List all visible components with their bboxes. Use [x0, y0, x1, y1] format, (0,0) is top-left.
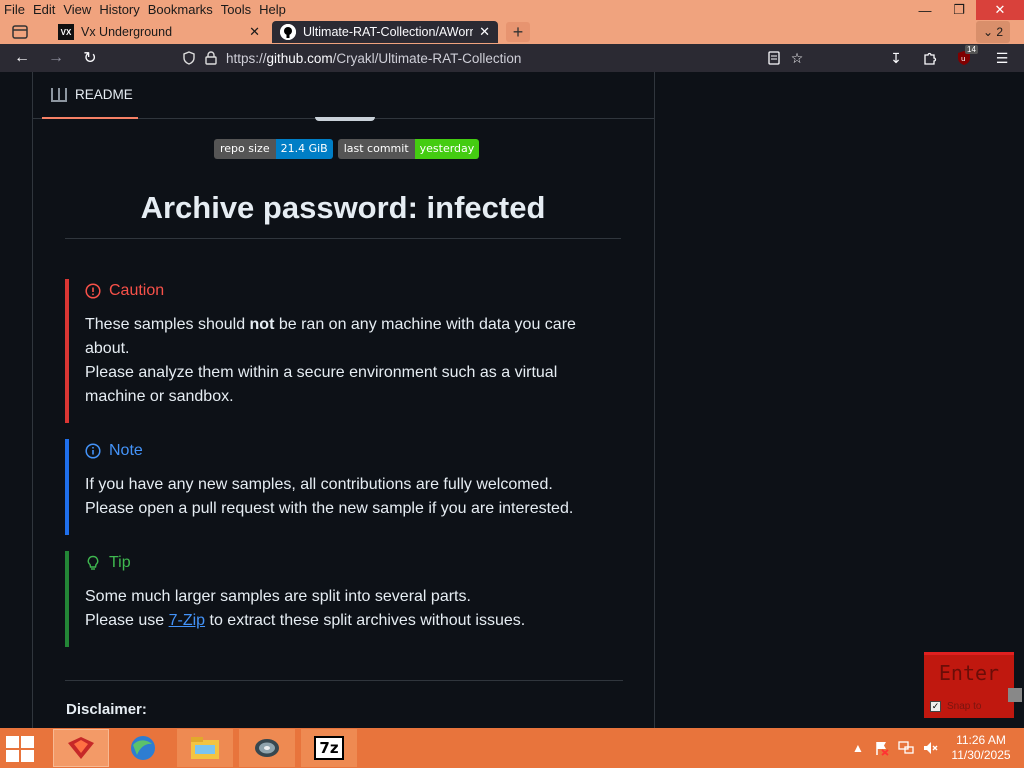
archive-password-heading: Archive password: infected [140, 190, 546, 225]
disclaimer-divider [65, 680, 623, 681]
clock-date: 11/30/2025 [951, 748, 1011, 762]
close-tab-icon[interactable]: ✕ [479, 24, 490, 40]
caution-line-2: Please analyze them within a secure envi… [85, 364, 558, 405]
lock-icon[interactable] [202, 49, 220, 67]
bookmark-star-icon[interactable]: ☆ [785, 48, 809, 68]
forward-arrow-icon[interactable]: → [44, 48, 68, 68]
caution-alert: Caution These samples should not be ran … [65, 279, 605, 423]
light-bulb-icon [87, 555, 99, 570]
readme-header: README [33, 72, 655, 121]
restore-button[interactable]: ❐ [942, 0, 976, 20]
back-arrow-icon[interactable]: ← [10, 48, 34, 68]
menu-help[interactable]: Help [255, 0, 290, 20]
windows-start-icon[interactable] [6, 734, 38, 762]
tab-vx-underground[interactable]: VX Vx Underground ✕ [50, 21, 268, 43]
url-bar[interactable]: https://github.com/Cryakl/Ultimate-RAT-C… [176, 47, 760, 69]
7zip-link[interactable]: 7-Zip [169, 612, 205, 629]
red-dragon-app-icon[interactable] [53, 729, 109, 767]
github-icon [280, 24, 296, 40]
tab-bar: VX Vx Underground ✕ Ultimate-RAT-Collect… [0, 20, 1024, 44]
disk-utility-icon[interactable] [239, 729, 295, 767]
network-icon[interactable] [898, 728, 914, 768]
tabs-overflow-count: 2 [996, 25, 1004, 39]
show-hidden-icons-icon[interactable]: ▲ [852, 728, 864, 768]
firefox-view-icon[interactable] [6, 22, 34, 42]
book-icon [51, 87, 67, 102]
caution-accent-bar [65, 279, 69, 423]
tab-title: Vx Underground [81, 25, 173, 39]
menu-file[interactable]: File [0, 0, 29, 20]
navigation-toolbar: ← → ↻ https://github.com/Cryakl/Ultimate… [0, 44, 1024, 72]
note-line-2: Please open a pull request with the new … [85, 500, 574, 517]
note-line-1: If you have any new samples, all contrib… [85, 476, 553, 493]
menu-history[interactable]: History [95, 0, 143, 20]
downloads-icon[interactable]: ↧ [884, 48, 908, 68]
new-tab-button[interactable]: + [506, 22, 530, 42]
note-heading: Note [109, 442, 143, 459]
stop-icon [85, 283, 101, 299]
hamburger-menu-icon[interactable]: ☰ [990, 48, 1014, 68]
tip-line-2: Please use 7-Zip to extract these split … [85, 612, 526, 629]
tip-alert: Tip Some much larger samples are split i… [65, 551, 605, 647]
extensions-puzzle-icon[interactable] [918, 48, 942, 68]
volume-muted-icon[interactable] [922, 728, 938, 768]
disclaimer-label: Disclaimer: [66, 701, 147, 718]
taskbar: 7z ▲ 11:26 AM 11/30/2025 [0, 728, 1024, 768]
readme-card: README repo size 21.4 GiB last commit ye… [32, 72, 655, 728]
snap-to-option[interactable]: ✓ Snap to [930, 701, 981, 712]
close-tab-icon[interactable]: ✕ [249, 24, 260, 40]
svg-text:u: u [961, 55, 965, 63]
menu-bar: File Edit View History Bookmarks Tools H… [0, 0, 1024, 20]
reader-view-icon[interactable] [762, 48, 786, 68]
7zip-icon-label: 7z [314, 736, 344, 760]
extension-badge-count: 14 [965, 45, 978, 54]
page-viewport: README repo size 21.4 GiB last commit ye… [0, 72, 1024, 728]
tip-heading: Tip [109, 554, 131, 571]
last-commit-badge[interactable]: last commit yesterday [337, 139, 480, 159]
logo-bottom-edge [315, 117, 375, 121]
tab-ultimate-rat-collection[interactable]: Ultimate-RAT-Collection/AWorm ✕ [272, 21, 498, 43]
vx-favicon-icon: VX [58, 24, 74, 40]
tip-accent-bar [65, 551, 69, 647]
system-clock[interactable]: 11:26 AM 11/30/2025 [940, 733, 1022, 763]
7zip-icon[interactable]: 7z [301, 729, 357, 767]
tracking-shield-icon[interactable] [180, 49, 198, 67]
scrollbar-thumb[interactable] [1008, 688, 1022, 702]
repo-size-badge[interactable]: repo size 21.4 GiB [214, 139, 333, 159]
readme-tab-label: README [75, 87, 133, 102]
window-controls: — ❐ ✕ [908, 0, 1024, 20]
list-all-tabs-button[interactable]: ⌄ 2 [976, 21, 1010, 43]
menu-bookmarks[interactable]: Bookmarks [144, 0, 217, 20]
clock-time: 11:26 AM [956, 733, 1006, 747]
url-text: https://github.com/Cryakl/Ultimate-RAT-C… [226, 50, 522, 66]
readme-tab[interactable]: README [42, 72, 138, 119]
tip-line-1: Some much larger samples are split into … [85, 588, 471, 605]
caution-heading: Caution [109, 282, 165, 299]
close-window-button[interactable]: ✕ [976, 0, 1024, 20]
file-explorer-icon[interactable] [177, 729, 233, 767]
heading-divider [65, 238, 621, 239]
menu-tools[interactable]: Tools [217, 0, 255, 20]
info-icon [85, 443, 101, 459]
caution-line-1: These samples should not be ran on any m… [85, 316, 576, 357]
snap-label: Snap to [947, 701, 982, 712]
chevron-down-icon: ⌄ [982, 25, 997, 39]
reload-icon[interactable]: ↻ [78, 48, 102, 68]
menu-edit[interactable]: Edit [29, 0, 59, 20]
badges-row: repo size 21.4 GiB last commit yesterday [214, 139, 480, 159]
tab-title: Ultimate-RAT-Collection/AWorm [303, 25, 474, 39]
menu-view[interactable]: View [59, 0, 95, 20]
minimize-button[interactable]: — [908, 0, 942, 20]
enter-button[interactable]: Enter [924, 661, 1014, 685]
browser-globe-icon[interactable] [115, 729, 171, 767]
snap-checkbox[interactable]: ✓ [930, 701, 941, 712]
note-alert: Note If you have any new samples, all co… [65, 439, 605, 535]
enter-overlay-widget[interactable]: Enter ✓ Snap to [924, 652, 1014, 718]
action-center-flag-icon[interactable] [874, 728, 890, 768]
note-accent-bar [65, 439, 69, 535]
